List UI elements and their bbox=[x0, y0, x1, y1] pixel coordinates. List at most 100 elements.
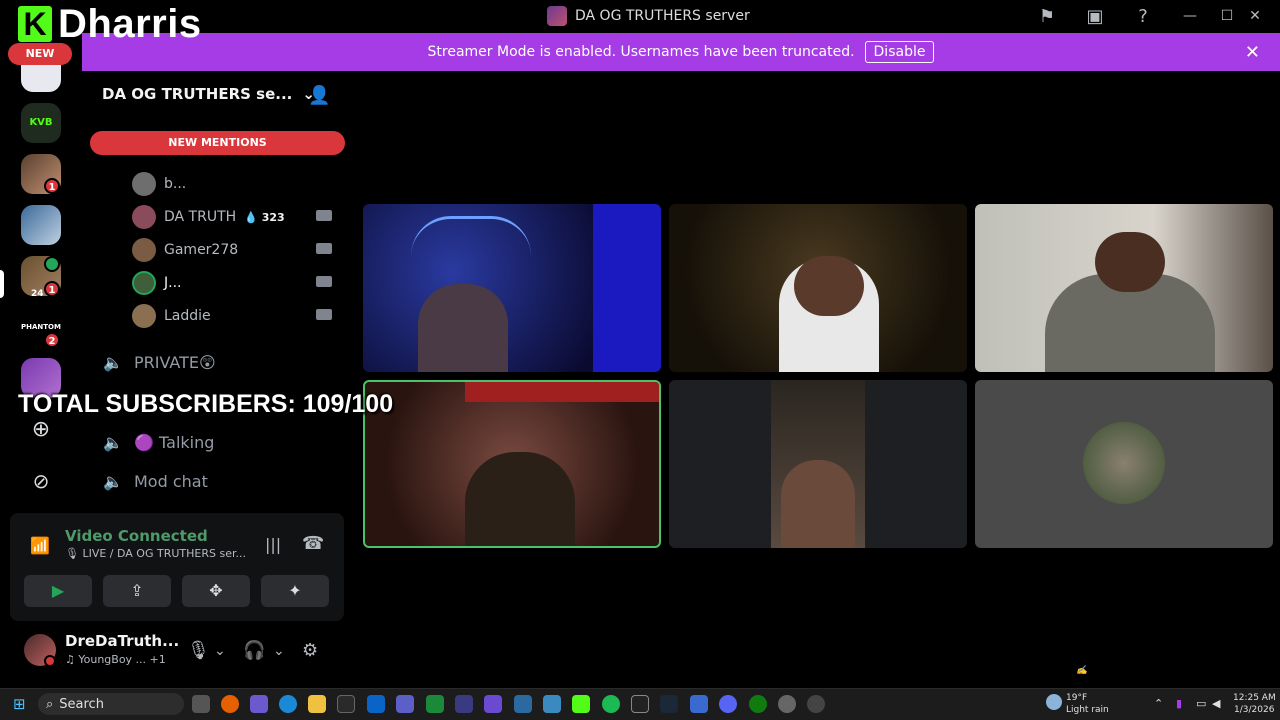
title-toolbar: ⚑ ▣ ? bbox=[1036, 6, 1154, 28]
avatar bbox=[132, 271, 156, 295]
app-icon[interactable] bbox=[455, 695, 473, 713]
server-header[interactable]: DA OG TRUTHERS se... ⌄ bbox=[102, 85, 315, 103]
server-name: DA OG TRUTHERS se... bbox=[102, 85, 293, 103]
brand-name: Dharris bbox=[58, 1, 202, 46]
app-icon[interactable] bbox=[690, 695, 708, 713]
voice-user[interactable]: DA TRUTH 💧 323 bbox=[132, 204, 342, 230]
volume-icon[interactable]: ◀ bbox=[1212, 697, 1220, 710]
channel-name: PRIVATE😲 bbox=[134, 352, 216, 372]
app-icon[interactable] bbox=[250, 695, 268, 713]
taskbar-search[interactable]: ⌕ Search bbox=[38, 693, 184, 715]
edge-icon[interactable] bbox=[279, 695, 297, 713]
clock-time[interactable]: 12:25 AM bbox=[1233, 693, 1276, 703]
xbox-icon[interactable] bbox=[749, 695, 767, 713]
reaction-count: 💧 323 bbox=[244, 210, 285, 224]
teams-icon[interactable] bbox=[396, 695, 414, 713]
clock-date[interactable]: 1/3/2026 bbox=[1234, 705, 1274, 715]
photos-icon[interactable] bbox=[543, 695, 561, 713]
banner-close-icon[interactable]: ✕ bbox=[1245, 42, 1260, 63]
windows-start-icon[interactable]: ⊞ bbox=[13, 696, 29, 712]
store-icon[interactable] bbox=[337, 695, 355, 713]
avatar bbox=[132, 172, 156, 196]
noise-suppression-icon[interactable]: ||| bbox=[265, 535, 281, 554]
voice-user[interactable]: J... bbox=[132, 270, 342, 296]
voice-channel-path[interactable]: 🎙 LIVE / DA OG TRUTHERS ser... bbox=[65, 547, 246, 560]
voice-user-name: b... bbox=[164, 176, 187, 192]
screen-share-button[interactable]: ⇪ bbox=[103, 575, 171, 607]
outlook-icon[interactable] bbox=[367, 695, 385, 713]
channel-mod-chat[interactable]: 🔈 Mod chat bbox=[102, 467, 208, 495]
weather-desc[interactable]: Light rain bbox=[1066, 705, 1109, 715]
new-mentions-button[interactable]: NEW MENTIONS bbox=[90, 131, 345, 155]
app-icon[interactable] bbox=[807, 695, 825, 713]
maximize-icon[interactable]: ☐ bbox=[1219, 8, 1235, 24]
app-icon[interactable] bbox=[426, 695, 444, 713]
channel-private[interactable]: 🔈 PRIVATE😲 bbox=[102, 348, 216, 376]
minimize-icon[interactable]: — bbox=[1182, 8, 1198, 24]
red-ceiling bbox=[465, 382, 659, 402]
kick-icon[interactable] bbox=[572, 695, 590, 713]
firefox-icon[interactable] bbox=[221, 695, 239, 713]
camera-icon bbox=[316, 276, 332, 287]
video-tile-3[interactable] bbox=[975, 204, 1273, 372]
unread-badge: 1 bbox=[44, 178, 60, 194]
inbox-icon[interactable]: ▣ bbox=[1084, 6, 1106, 28]
voice-user[interactable]: Laddie bbox=[132, 303, 342, 329]
camera-toggle-button[interactable]: ▶ bbox=[24, 575, 92, 607]
voice-user-name: DA TRUTH bbox=[164, 209, 237, 225]
tray-app-icon[interactable]: ▮ bbox=[1176, 697, 1182, 710]
selected-indicator bbox=[0, 270, 4, 298]
soundboard-button[interactable]: ✦ bbox=[261, 575, 329, 607]
disconnect-icon[interactable]: ☎ bbox=[302, 533, 324, 554]
voice-user[interactable]: Gamer278 bbox=[132, 237, 342, 263]
task-view-icon[interactable] bbox=[192, 695, 210, 713]
search-label: Search bbox=[59, 696, 104, 712]
video-tile-2[interactable] bbox=[669, 204, 967, 372]
server-icon-kvb[interactable]: KVB bbox=[21, 103, 61, 143]
microphone-icon[interactable]: 🎙 bbox=[187, 640, 210, 661]
dnd-status-icon bbox=[44, 655, 56, 667]
help-icon[interactable]: ? bbox=[1132, 6, 1154, 28]
weather-icon[interactable] bbox=[1046, 694, 1062, 710]
subscriber-overlay: TOTAL SUBSCRIBERS: 109/100 bbox=[18, 390, 394, 418]
connection-signal-icon[interactable]: 📶 bbox=[30, 536, 50, 555]
video-tile-4-speaking[interactable] bbox=[363, 380, 661, 548]
activities-button[interactable]: ✥ bbox=[182, 575, 250, 607]
signature-watermark-icon: ✍ bbox=[1076, 666, 1088, 676]
kick-brand-watermark: K Dharris bbox=[18, 1, 202, 46]
search-icon: ⌕ bbox=[46, 696, 54, 712]
video-tile-5[interactable] bbox=[669, 380, 967, 548]
discord-icon[interactable] bbox=[719, 695, 737, 713]
close-window-icon[interactable]: ✕ bbox=[1247, 8, 1263, 24]
disable-streamer-mode-button[interactable]: Disable bbox=[864, 41, 935, 63]
voice-status[interactable]: Video Connected bbox=[65, 527, 208, 545]
app-icon[interactable] bbox=[514, 695, 532, 713]
server-thumbnail-icon bbox=[547, 6, 567, 26]
video-tile-1[interactable] bbox=[363, 204, 661, 372]
flag-icon[interactable]: ⚑ bbox=[1036, 6, 1058, 28]
spotify-icon[interactable] bbox=[602, 695, 620, 713]
chevron-down-icon[interactable]: ⌄ bbox=[214, 643, 226, 659]
chevron-down-icon[interactable]: ⌄ bbox=[273, 643, 285, 659]
gear-icon[interactable]: ⚙ bbox=[302, 640, 318, 661]
server-icon-4[interactable] bbox=[21, 205, 61, 245]
discover-icon[interactable]: ⊘ bbox=[21, 461, 61, 501]
headphones-icon[interactable]: 🎧 bbox=[243, 640, 265, 661]
user-name[interactable]: DreDaTruth... bbox=[65, 632, 179, 650]
invite-people-icon[interactable]: 👤 bbox=[308, 85, 330, 106]
weather-temp[interactable]: 19°F bbox=[1066, 693, 1087, 703]
person-silhouette bbox=[418, 284, 508, 372]
channel-talking[interactable]: 🔈 🟣 Talking bbox=[102, 428, 214, 456]
video-tile-6[interactable] bbox=[975, 380, 1273, 548]
speaker-icon: 🔈 bbox=[103, 432, 123, 452]
voice-user[interactable]: b... bbox=[132, 171, 342, 197]
epic-games-icon[interactable] bbox=[631, 695, 649, 713]
live-badge-icon bbox=[44, 256, 60, 272]
steam-icon[interactable] bbox=[660, 695, 678, 713]
settings-icon[interactable] bbox=[778, 695, 796, 713]
network-icon[interactable]: ▭ bbox=[1196, 697, 1206, 710]
chevron-up-icon[interactable]: ⌃ bbox=[1154, 697, 1163, 710]
app-icon[interactable] bbox=[484, 695, 502, 713]
file-explorer-icon[interactable] bbox=[308, 695, 326, 713]
window-title-text: DA OG TRUTHERS server bbox=[575, 8, 750, 24]
